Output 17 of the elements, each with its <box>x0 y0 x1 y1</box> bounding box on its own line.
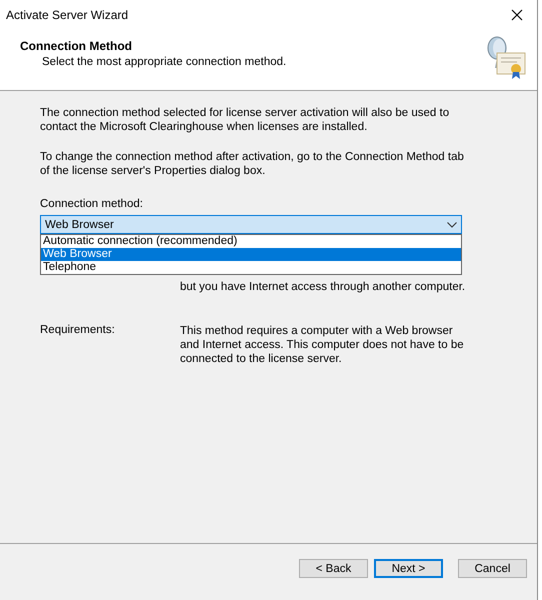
field-label: Connection method: <box>40 198 144 210</box>
window-title: Activate Server Wizard <box>6 8 128 22</box>
connection-method-dropdown[interactable]: Web Browser <box>40 215 462 234</box>
page-subtitle: Select the most appropriate connection method. <box>41 56 286 68</box>
info-paragraph: The connection method selected for license server activation will also be used to contact the Microsoft Clearinghouse when licenses are installed. <box>40 106 450 134</box>
wizard-button[interactable]: Cancel <box>458 559 527 578</box>
dropdown-option[interactable]: Web Browser <box>41 248 461 261</box>
method-description: but you have Internet access through another computer. <box>180 280 466 294</box>
requirements-text: This method requires a computer with a Web browser and Internet access. This computer does not have to be connected to the license server. <box>180 324 465 366</box>
wizard-button[interactable]: Next > <box>374 559 443 578</box>
requirements-label: Requirements: <box>40 324 116 338</box>
dish-certificate-icon <box>485 36 527 80</box>
info-paragraph: To change the connection method after activation, go to the Connection Method tab of the license server's Properties dialog box. <box>40 150 465 178</box>
page-title: Connection Method <box>20 39 133 53</box>
wizard-button[interactable]: < Back <box>299 559 368 578</box>
chevron-icon <box>447 222 457 228</box>
close-icon <box>511 9 523 21</box>
